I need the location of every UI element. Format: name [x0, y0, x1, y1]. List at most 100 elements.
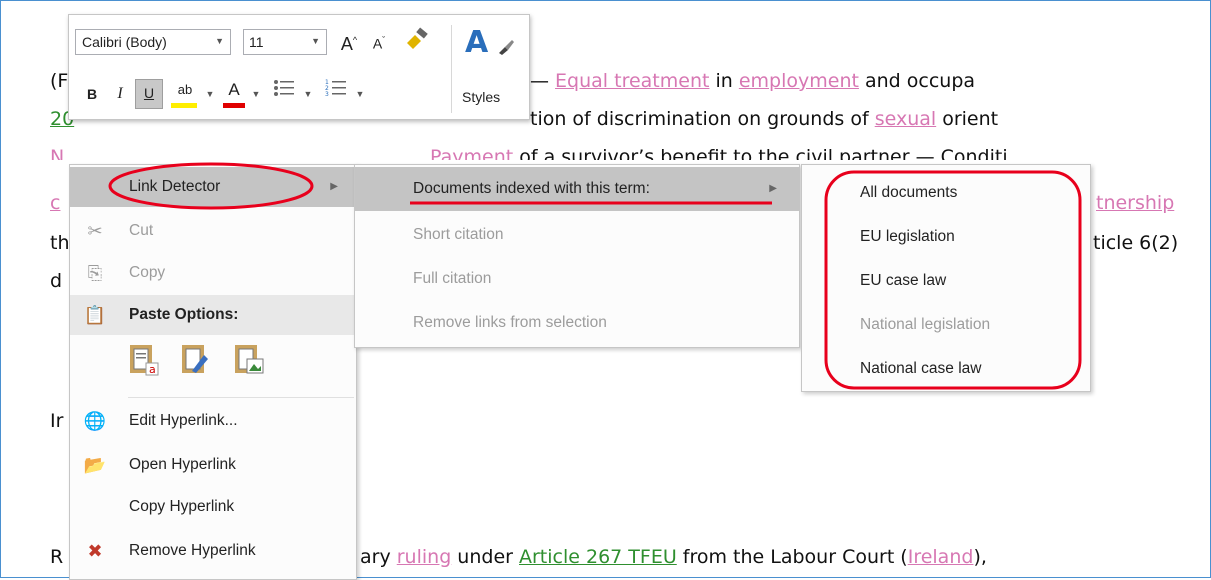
font-color-icon: A — [228, 80, 240, 99]
numbering-button[interactable]: 1 2 3 — [319, 79, 353, 105]
svg-text:3: 3 — [325, 91, 329, 97]
menu-item-label: Cut — [129, 222, 154, 239]
menu-item-copy-hyperlink[interactable]: Copy Hyperlink — [70, 487, 356, 527]
doc-text: orient — [936, 108, 999, 130]
doc-line-4: c — [50, 192, 60, 214]
menu-item-remove-links[interactable]: Remove links from selection — [355, 301, 799, 345]
paste-picture-icon[interactable] — [231, 341, 265, 377]
italic-button[interactable]: I — [109, 81, 131, 107]
underline-icon: U — [143, 85, 155, 101]
grow-font-icon: A — [340, 34, 353, 54]
submenu-arrow-icon: ▶ — [330, 181, 338, 192]
link-national[interactable]: N — [50, 146, 64, 160]
link-ireland[interactable]: Ireland — [908, 546, 974, 568]
menu-item-remove-hyperlink[interactable]: ✖ Remove Hyperlink — [70, 531, 356, 571]
font-color-button[interactable]: A — [221, 77, 247, 108]
doc-line-3: N — [50, 146, 64, 160]
submenu-arrow-icon: ▶ — [769, 183, 777, 194]
font-size-combobox[interactable]: 11 ▼ — [243, 29, 327, 55]
menu-item-eu-case-law[interactable]: EU case law — [802, 259, 1090, 303]
bullets-dropdown[interactable]: ▼ — [301, 81, 315, 107]
menu-item-open-hyperlink[interactable]: 📂 Open Hyperlink — [70, 445, 356, 485]
numbering-dropdown[interactable]: ▼ — [353, 81, 367, 107]
styles-brush-icon — [499, 40, 514, 55]
link-ruling[interactable]: ruling — [397, 546, 452, 568]
menu-item-all-documents[interactable]: All documents — [802, 171, 1090, 215]
format-painter-button[interactable] — [399, 27, 435, 53]
context-menu: Link Detector ▶ ✂ Cut ⎘ Copy 📋 Paste Opt… — [69, 164, 357, 580]
menu-item-label: Edit Hyperlink... — [129, 412, 238, 429]
menu-item-cut[interactable]: ✂ Cut — [70, 211, 356, 251]
menu-item-copy[interactable]: ⎘ Copy — [70, 253, 356, 293]
menu-item-label: All documents — [860, 184, 958, 201]
bullets-icon — [274, 80, 294, 96]
menu-item-link-detector[interactable]: Link Detector ▶ — [70, 167, 356, 207]
menu-item-label: Copy Hyperlink — [129, 498, 235, 515]
link-article-267-tfeu[interactable]: Article 267 TFEU — [519, 546, 677, 568]
numbering-icon: 1 2 3 — [325, 79, 346, 98]
shrink-font-icon: A — [372, 35, 383, 52]
menu-item-national-legislation[interactable]: National legislation — [802, 303, 1090, 347]
menu-item-label: Short citation — [413, 226, 504, 243]
paste-keep-formatting-icon[interactable]: a — [126, 341, 160, 377]
open-hyperlink-icon: 📂 — [83, 455, 107, 475]
doc-line-4-right: tnership — [1096, 192, 1174, 214]
doc-text: — — [530, 70, 556, 92]
link-c[interactable]: c — [50, 192, 60, 214]
font-color-dropdown[interactable]: ▼ — [249, 81, 263, 107]
menu-item-eu-legislation[interactable]: EU legislation — [802, 215, 1090, 259]
grow-font-button[interactable]: A^ — [337, 27, 361, 54]
menu-item-label: Remove links from selection — [413, 314, 607, 331]
bold-button[interactable]: B — [81, 81, 103, 107]
link-equal-treatment[interactable]: Equal treatment — [555, 70, 709, 92]
highlight-button[interactable]: ab — [169, 77, 201, 108]
doc-line-1: (F — [50, 70, 68, 92]
font-name-combobox[interactable]: Calibri (Body) ▼ — [75, 29, 231, 55]
shrink-font-button[interactable]: Aˇ — [367, 27, 391, 53]
menu-item-label: Paste Options: — [129, 306, 239, 323]
doc-text: d — [50, 270, 63, 292]
toolbar-divider — [451, 25, 452, 113]
link-payment[interactable]: Payment — [430, 146, 513, 160]
menu-item-label: Open Hyperlink — [129, 456, 236, 473]
doc-text: R — [50, 546, 64, 568]
font-size-value: 11 — [249, 34, 264, 50]
doc-text: ary — [360, 546, 397, 568]
paste-merge-formatting-icon[interactable] — [178, 341, 212, 377]
doc-text: of a survivor’s benefit to the civil par… — [513, 146, 1008, 160]
doc-line-2-right: tion of discrimination on grounds of sex… — [530, 108, 998, 130]
link-sexual[interactable]: sexual — [875, 108, 936, 130]
menu-item-national-case-law[interactable]: National case law — [802, 347, 1090, 391]
doc-text: (F — [50, 70, 69, 92]
menu-item-label: EU legislation — [860, 228, 955, 245]
link-partnership[interactable]: tnership — [1096, 192, 1174, 214]
menu-item-label: Link Detector — [129, 178, 221, 195]
clipboard-icon: 📋 — [83, 305, 107, 325]
documents-submenu: All documents EU legislation EU case law… — [801, 164, 1091, 392]
doc-text: and occupa — [858, 70, 976, 92]
italic-icon: I — [117, 85, 123, 102]
mini-toolbar: Calibri (Body) ▼ 11 ▼ A^ Aˇ B I U ab ▼ A… — [68, 14, 530, 120]
doc-text: Ir — [50, 410, 64, 432]
menu-item-full-citation[interactable]: Full citation — [355, 257, 799, 301]
menu-item-label: Remove Hyperlink — [129, 542, 256, 559]
doc-line-8-right: ary ruling under Article 267 TFEU from t… — [360, 546, 987, 568]
menu-item-short-citation[interactable]: Short citation — [355, 213, 799, 257]
underline-button[interactable]: U — [135, 79, 163, 109]
bullets-button[interactable] — [267, 79, 301, 105]
menu-item-documents-indexed[interactable]: Documents indexed with this term: ▶ — [355, 167, 799, 211]
menu-item-paste-options: 📋 Paste Options: — [70, 295, 356, 335]
highlighter-icon: ab — [177, 82, 193, 97]
doc-line-3-right: Payment of a survivor’s benefit to the c… — [430, 146, 1008, 160]
menu-item-label: Documents indexed with this term: — [413, 180, 650, 197]
paste-options-row: a — [126, 341, 279, 389]
menu-item-label: Copy — [129, 264, 166, 281]
copy-icon: ⎘ — [87, 263, 103, 283]
format-painter-icon — [407, 27, 428, 49]
menu-item-edit-hyperlink[interactable]: 🌐 Edit Hyperlink... — [70, 401, 356, 441]
doc-text: under — [451, 546, 519, 568]
highlight-dropdown[interactable]: ▼ — [203, 81, 217, 107]
chevron-down-icon: ▼ — [311, 36, 320, 46]
styles-label: Styles — [462, 89, 501, 105]
link-employment[interactable]: employment — [739, 70, 859, 92]
